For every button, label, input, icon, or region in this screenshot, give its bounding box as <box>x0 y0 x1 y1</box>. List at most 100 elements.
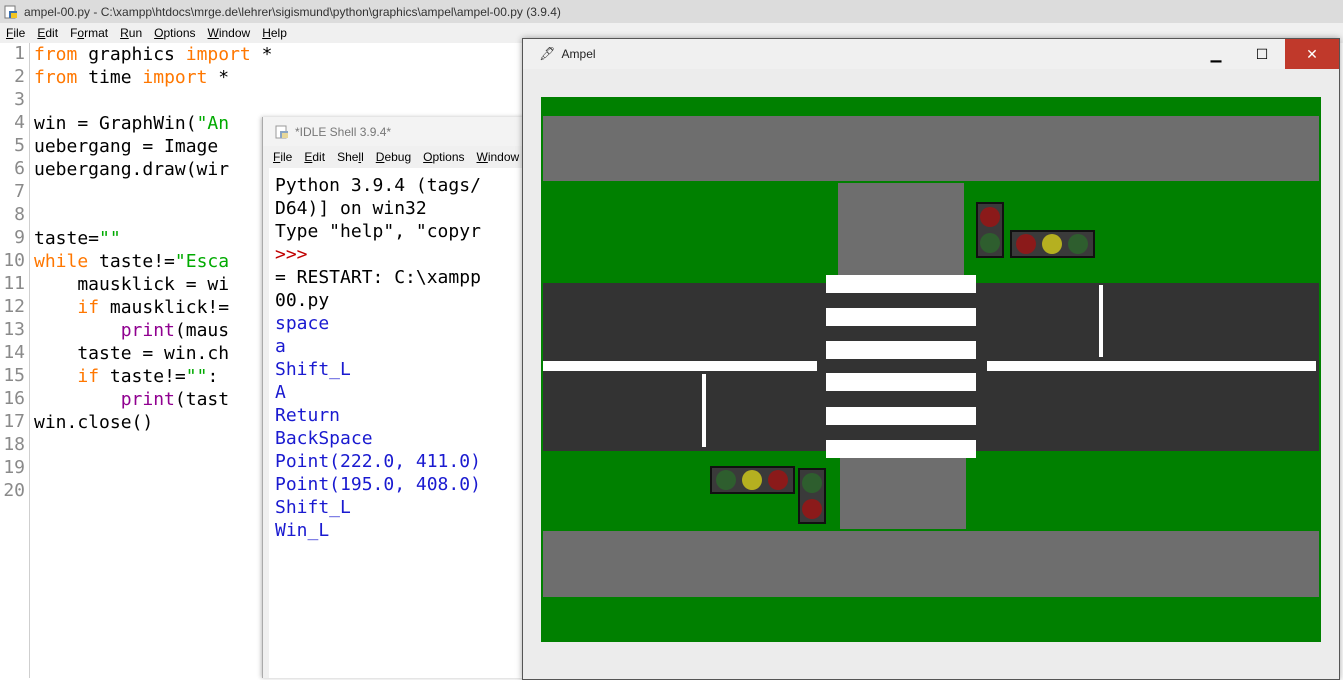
editor-menu-help[interactable]: Help <box>256 26 293 40</box>
maximize-button[interactable]: ☐ <box>1239 39 1285 69</box>
line-number: 12 <box>3 296 25 317</box>
maximize-icon: ☐ <box>1255 45 1269 62</box>
close-button[interactable]: ✕ <box>1285 39 1339 69</box>
shell-line: = RESTART: C:\xampp <box>275 267 481 288</box>
ampel-title: Ampel <box>561 47 596 61</box>
line-number-gutter: 1 2 3 4 5 6 7 8 9 10 11 12 13 14 15 16 17 18 19 20 <box>0 43 30 678</box>
shell-menu-edit[interactable]: Edit <box>298 150 331 164</box>
shell-output[interactable]: Python 3.9.4 (tags/D64)] on win32 Type "h… <box>269 168 533 678</box>
shell-menu-debug[interactable]: Debug <box>370 150 417 164</box>
shell-title: *IDLE Shell 3.9.4* <box>295 124 392 139</box>
shell-menu-window[interactable]: Window <box>471 150 526 164</box>
editor-menu-format[interactable]: Format <box>64 26 114 40</box>
shell-line: Python 3.9.4 (tags/ <box>275 175 481 196</box>
code-line: mausklick = wi <box>34 274 230 295</box>
code-line: uebergang.draw(wir <box>34 159 230 180</box>
shell-menu-file[interactable]: File <box>267 150 298 164</box>
zebra-stripe <box>826 308 976 326</box>
zebra-stripe <box>826 407 976 425</box>
idle-shell-icon <box>275 125 288 138</box>
line-number: 2 <box>14 66 25 87</box>
shell-line: A <box>275 382 286 403</box>
sidewalk-top <box>543 116 1319 181</box>
code-line: while taste!="Esca <box>34 251 230 272</box>
editor-menu-file[interactable]: File <box>0 26 31 40</box>
shell-line: Win_L <box>275 520 330 541</box>
editor-menu-options[interactable]: Options <box>148 26 201 40</box>
code-line: win = GraphWin("An <box>34 113 230 134</box>
shell-line: Type "help", "copyr <box>275 221 481 242</box>
shell-line: space <box>275 313 330 334</box>
code-line: if mausklick!= <box>77 297 230 318</box>
shell-menu-options[interactable]: Options <box>417 150 470 164</box>
feather-icon: 🖋 <box>539 46 556 61</box>
minimize-button[interactable]: ▁ <box>1193 39 1239 69</box>
stop-line-left <box>543 361 817 371</box>
zebra-stripe <box>826 275 976 293</box>
shell-titlebar[interactable]: *IDLE Shell 3.9.4* <box>263 117 533 146</box>
line-number: 16 <box>3 388 25 409</box>
sidewalk-bottom <box>543 531 1319 597</box>
editor-menu-window[interactable]: Window <box>202 26 257 40</box>
stop-line-right <box>987 361 1316 371</box>
lane-mark-left <box>702 374 706 447</box>
pedestrian-light-top <box>976 202 1004 258</box>
graphics-canvas[interactable] <box>541 97 1321 642</box>
line-number: 1 <box>14 43 25 64</box>
crossing-scene <box>541 97 1321 642</box>
line-number: 19 <box>3 457 25 478</box>
code-line: print(maus <box>120 320 230 341</box>
shell-line: Point(195.0, 408.0) <box>275 474 481 495</box>
code-line: if taste!="": <box>77 366 219 387</box>
code-line: taste = win.ch <box>34 343 230 364</box>
editor-titlebar[interactable]: ampel-00.py - C:\xampp\htdocs\mrge.de\le… <box>0 0 1343 23</box>
line-number: 13 <box>3 319 25 340</box>
shell-menubar: File Edit Shell Debug Options Window <box>263 146 537 168</box>
footpath-bottom <box>840 447 966 529</box>
zebra-stripe <box>826 373 976 391</box>
python-file-icon <box>4 5 17 18</box>
pedestrian-light-bottom <box>798 468 826 524</box>
shell-line: D64)] on win32 <box>275 198 427 219</box>
line-number: 10 <box>3 250 25 271</box>
line-number: 20 <box>3 480 25 501</box>
idle-shell-window: *IDLE Shell 3.9.4* File Edit Shell Debug Opt… <box>262 117 537 678</box>
code-line: from time import * <box>34 67 230 88</box>
line-number: 3 <box>14 89 25 110</box>
shell-line: a <box>275 336 286 357</box>
shell-line: Shift_L <box>275 497 351 518</box>
code-line: taste="" <box>34 228 121 249</box>
zebra-stripe <box>826 341 976 359</box>
editor-menu-edit[interactable]: Edit <box>31 26 64 40</box>
shell-line: >>> <box>275 244 308 265</box>
line-number: 8 <box>14 204 25 225</box>
close-icon: ✕ <box>1306 45 1318 62</box>
editor-menu-run[interactable]: Run <box>114 26 148 40</box>
code-line: from graphics import * <box>34 44 273 65</box>
line-number: 18 <box>3 434 25 455</box>
code-line: win.close() <box>34 412 154 433</box>
line-number: 17 <box>3 411 25 432</box>
shell-line: Shift_L <box>275 359 351 380</box>
shell-line: Return <box>275 405 341 426</box>
ampel-window: 🖋 Ampel ▁ ☐ ✕ <box>522 38 1340 680</box>
shell-line: 00.py <box>275 290 330 311</box>
minimize-icon: ▁ <box>1210 45 1222 62</box>
code-line: uebergang = Image <box>34 136 219 157</box>
footpath-top <box>838 183 964 283</box>
line-number: 14 <box>3 342 25 363</box>
line-number: 7 <box>14 181 25 202</box>
shell-menu-shell[interactable]: Shell <box>331 150 370 164</box>
zebra-stripe <box>826 440 976 458</box>
line-number: 5 <box>14 135 25 156</box>
lane-mark-right <box>1099 285 1103 357</box>
line-number: 9 <box>14 227 25 248</box>
shell-line: Point(222.0, 411.0) <box>275 451 481 472</box>
line-number: 4 <box>14 112 25 133</box>
traffic-light-top <box>1010 230 1095 258</box>
traffic-light-bottom <box>710 466 795 494</box>
editor-title: ampel-00.py - C:\xampp\htdocs\mrge.de\le… <box>24 4 561 19</box>
shell-line: BackSpace <box>275 428 373 449</box>
line-number: 6 <box>14 158 25 179</box>
line-number: 11 <box>3 273 25 294</box>
